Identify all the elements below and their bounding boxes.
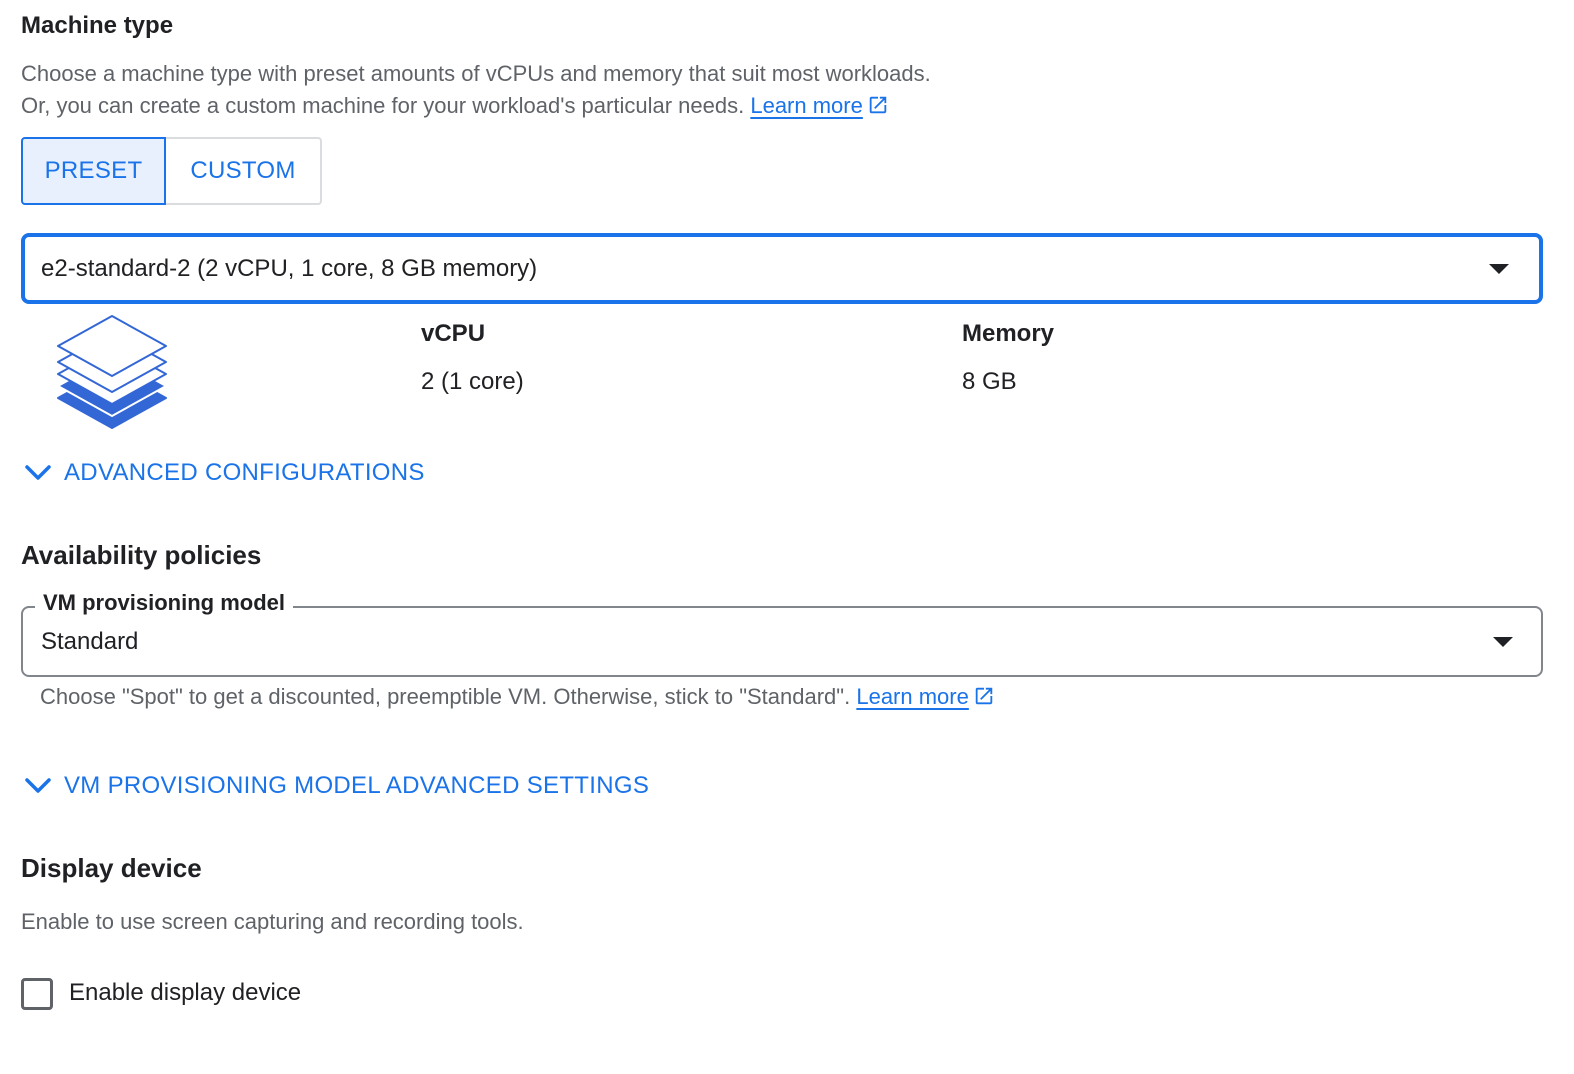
machine-config-page: Machine type Choose a machine type with …	[0, 0, 1574, 1074]
vcpu-label: vCPU	[421, 320, 486, 347]
memory-label: Memory	[962, 320, 1055, 347]
vm-provisioning-model-select[interactable]: VM provisioning model Standard	[21, 590, 1543, 677]
advanced-configurations-expander[interactable]: ADVANCED CONFIGURATIONS	[24, 459, 425, 487]
machine-type-select[interactable]: e2-standard-2 (2 vCPU, 1 core, 8 GB memo…	[21, 233, 1543, 304]
vm-provisioning-advanced-settings-expander[interactable]: VM PROVISIONING MODEL ADVANCED SETTINGS	[24, 772, 649, 800]
machine-type-description: Choose a machine type with preset amount…	[21, 58, 931, 122]
vcpu-value: 2 (1 core)	[421, 368, 524, 395]
vm-provisioning-model-value: Standard	[41, 628, 139, 655]
advanced-configurations-label: ADVANCED CONFIGURATIONS	[64, 459, 425, 486]
dropdown-caret-icon	[1493, 636, 1513, 647]
machine-type-mode-toggle: PRESET CUSTOM	[21, 137, 322, 205]
dropdown-caret-icon	[1489, 263, 1509, 274]
enable-display-device-label[interactable]: Enable display device	[69, 979, 301, 1007]
external-link-icon[interactable]	[973, 685, 995, 707]
preset-toggle-button[interactable]: PRESET	[21, 137, 166, 205]
machine-type-description-line2-text: Or, you can create a custom machine for …	[21, 93, 745, 118]
display-device-title: Display device	[21, 853, 202, 883]
enable-display-device-checkbox[interactable]	[21, 978, 53, 1010]
machine-type-description-line2: Or, you can create a custom machine for …	[21, 90, 931, 122]
vm-provisioning-hint-text: Choose "Spot" to get a discounted, preem…	[40, 684, 851, 709]
custom-toggle-button[interactable]: CUSTOM	[166, 137, 322, 205]
display-device-description: Enable to use screen capturing and recor…	[21, 909, 524, 934]
availability-policies-title: Availability policies	[21, 540, 262, 570]
machine-stack-icon	[57, 315, 167, 429]
machine-type-description-line1: Choose a machine type with preset amount…	[21, 61, 931, 86]
chevron-down-icon	[25, 465, 51, 480]
vm-provisioning-advanced-settings-label: VM PROVISIONING MODEL ADVANCED SETTINGS	[64, 772, 650, 799]
machine-type-title: Machine type	[21, 12, 174, 39]
memory-value: 8 GB	[962, 368, 1017, 395]
chevron-down-icon	[25, 778, 51, 793]
vm-provisioning-hint: Choose "Spot" to get a discounted, preem…	[40, 684, 995, 710]
external-link-icon[interactable]	[867, 94, 889, 116]
machine-type-learn-more-link[interactable]: Learn more	[750, 93, 863, 118]
vm-provisioning-learn-more-link[interactable]: Learn more	[856, 684, 969, 709]
vm-provisioning-model-label: VM provisioning model	[35, 590, 294, 616]
machine-type-select-value: e2-standard-2 (2 vCPU, 1 core, 8 GB memo…	[41, 254, 538, 282]
